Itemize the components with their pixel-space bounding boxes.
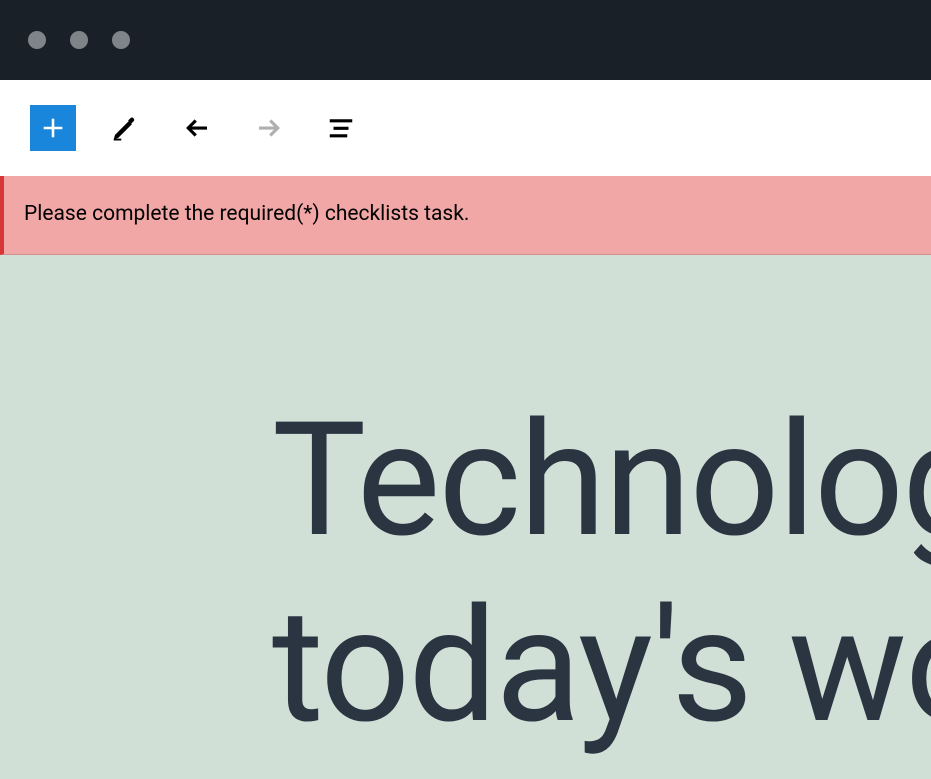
details-icon <box>326 113 356 143</box>
editor-content-area[interactable]: Technologtoday's wo <box>0 255 931 779</box>
undo-icon <box>182 113 212 143</box>
undo-button[interactable] <box>174 105 220 151</box>
edit-button[interactable] <box>102 105 148 151</box>
plus-icon <box>39 114 67 142</box>
editor-toolbar <box>0 80 931 176</box>
add-block-button[interactable] <box>30 105 76 151</box>
page-headline[interactable]: Technologtoday's wo <box>272 387 931 760</box>
redo-button[interactable] <box>246 105 292 151</box>
document-outline-button[interactable] <box>318 105 364 151</box>
redo-icon <box>254 113 284 143</box>
minimize-window-icon[interactable] <box>70 31 88 49</box>
window-titlebar <box>0 0 931 80</box>
pencil-icon <box>110 113 140 143</box>
notice-message: Please complete the required(*) checklis… <box>24 202 469 226</box>
maximize-window-icon[interactable] <box>112 31 130 49</box>
error-notice: Please complete the required(*) checklis… <box>0 176 931 255</box>
close-window-icon[interactable] <box>28 31 46 49</box>
